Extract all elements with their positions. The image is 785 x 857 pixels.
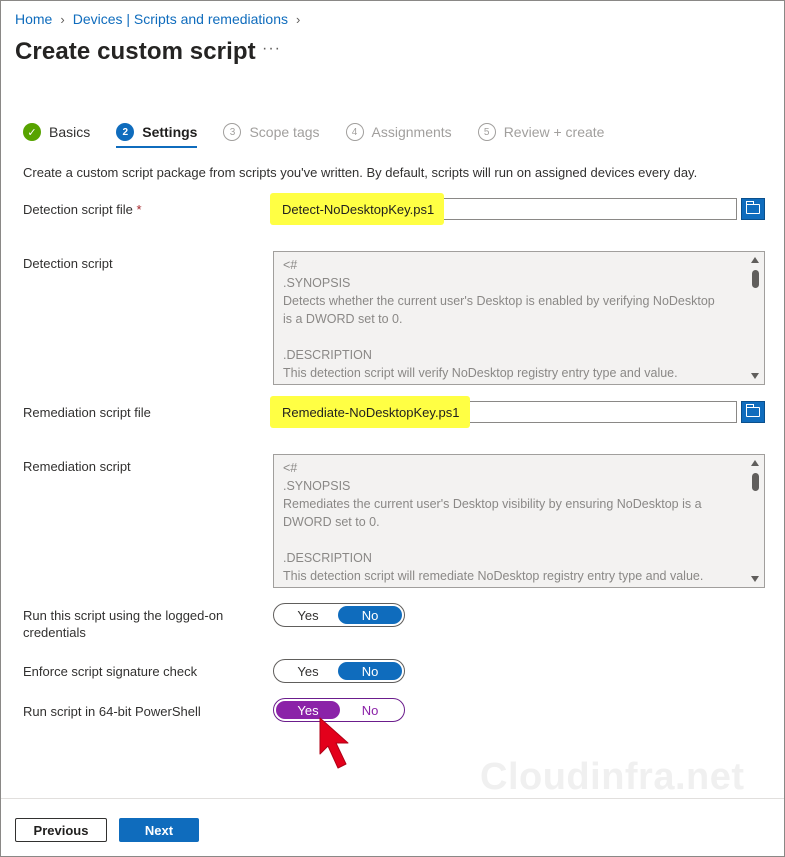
remediation-script-label: Remediation script [23,459,131,474]
step-number: 3 [223,123,242,141]
breadcrumb-devices-link[interactable]: Devices | Scripts and remediations [73,11,288,27]
footer-divider [1,798,784,799]
next-button[interactable]: Next [119,818,199,842]
wizard-steps: ✓ Basics 2 Settings 3 Scope tags 4 Assig… [23,121,630,148]
breadcrumb-home-link[interactable]: Home [15,11,52,27]
logged-on-toggle[interactable]: Yes No [273,603,405,627]
step-label: Basics [49,124,91,140]
scroll-up-icon[interactable] [751,257,759,263]
detection-file-browse-button[interactable] [741,198,765,220]
step-number: 2 [116,123,135,141]
intro-text: Create a custom script package from scri… [23,165,698,180]
logged-on-no-option[interactable]: No [338,606,402,624]
detection-script-label: Detection script [23,256,113,271]
step-assignments[interactable]: 4 Assignments [345,123,452,141]
step-review-create[interactable]: 5 Review + create [477,123,605,141]
detection-file-value: Detect-NoDesktopKey.ps1 [270,193,445,225]
breadcrumb-chevron-icon: › [60,11,65,27]
signature-label: Enforce script signature check [23,664,198,679]
required-marker: * [136,202,142,217]
detection-script-content: <# .SYNOPSIS Detects whether the current… [283,258,715,380]
detection-script-scrollbar[interactable] [748,253,763,383]
remediation-script-content: <# .SYNOPSIS Remediates the current user… [283,461,704,583]
logged-on-yes-option[interactable]: Yes [276,606,340,624]
step-number: 5 [477,123,496,141]
remediation-script-textarea[interactable]: <# .SYNOPSIS Remediates the current user… [273,454,765,588]
scroll-thumb[interactable] [752,270,759,288]
detection-file-label-text: Detection script file [23,202,133,217]
step-settings[interactable]: 2 Settings [116,123,198,148]
scroll-thumb[interactable] [752,473,759,491]
step-label: Review + create [503,124,605,140]
remediation-file-browse-button[interactable] [741,401,765,423]
powershell64-label: Run script in 64-bit PowerShell [23,704,201,719]
step-label: Settings [142,124,198,140]
page-title: Create custom script [15,38,256,65]
detection-file-label: Detection script file * [23,201,142,218]
scroll-down-icon[interactable] [751,576,759,582]
signature-toggle[interactable]: Yes No [273,659,405,683]
breadcrumb: Home › Devices | Scripts and remediation… [15,11,308,27]
remediation-file-value: Remediate-NoDesktopKey.ps1 [270,396,470,428]
step-basics[interactable]: ✓ Basics [23,123,90,141]
red-pointer-arrow-icon [319,717,349,769]
remediation-file-label: Remediation script file [23,405,151,420]
detection-script-textarea[interactable]: <# .SYNOPSIS Detects whether the current… [273,251,765,385]
breadcrumb-chevron-icon: › [296,11,301,27]
remediation-file-input[interactable]: Remediate-NoDesktopKey.ps1 [270,396,737,428]
previous-button[interactable]: Previous [15,818,107,842]
signature-no-option[interactable]: No [338,662,402,680]
scroll-down-icon[interactable] [751,373,759,379]
step-number: 4 [345,123,364,141]
logged-on-label: Run this script using the logged-on cred… [23,608,224,640]
step-scope-tags[interactable]: 3 Scope tags [223,123,320,141]
signature-yes-option[interactable]: Yes [276,662,340,680]
detection-file-input[interactable]: Detect-NoDesktopKey.ps1 [270,193,737,225]
folder-icon [745,201,760,214]
scroll-up-icon[interactable] [751,460,759,466]
step-label: Scope tags [249,124,320,140]
folder-icon [745,404,760,417]
step-label: Assignments [371,124,452,140]
more-options-icon[interactable]: ··· [262,40,281,58]
remediation-script-scrollbar[interactable] [748,456,763,586]
checkmark-icon: ✓ [23,123,41,141]
watermark: Cloudinfra.net [480,756,745,798]
